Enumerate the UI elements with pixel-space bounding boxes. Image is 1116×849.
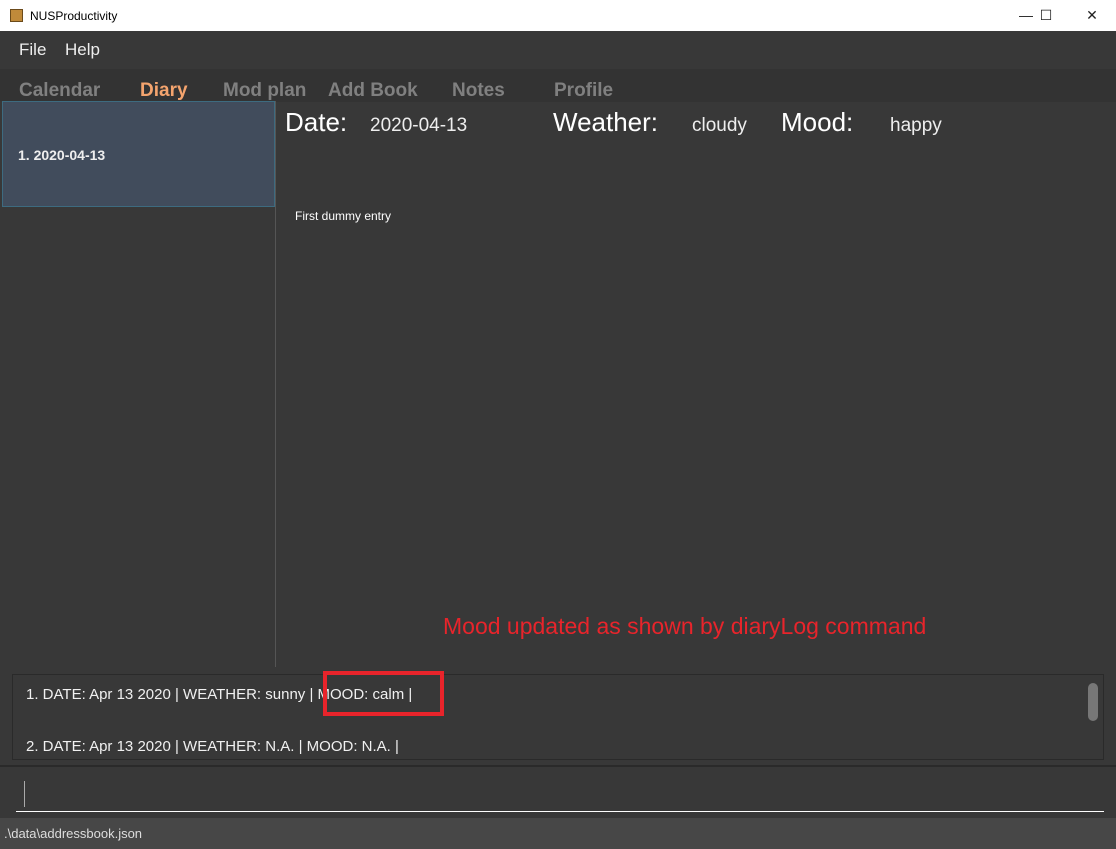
- tab-notes[interactable]: Notes: [452, 80, 505, 102]
- weather-label: Weather:: [553, 107, 659, 137]
- menu-bar: File Help: [0, 31, 1116, 69]
- highlight-box: [323, 671, 444, 716]
- menu-help[interactable]: Help: [65, 40, 100, 60]
- date-label: Date:: [285, 107, 348, 137]
- annotation-text: Mood updated as shown by diaryLog comman…: [443, 613, 927, 639]
- tab-diary[interactable]: Diary: [140, 80, 188, 102]
- log-line: 2. DATE: Apr 13 2020 | WEATHER: N.A. | M…: [26, 738, 399, 755]
- tab-bar: Calendar Diary Mod plan Add Book Notes P…: [0, 69, 1116, 102]
- command-input-underline: [16, 811, 1104, 812]
- diary-list: 1. 2020-04-13: [0, 101, 276, 667]
- command-box[interactable]: [0, 765, 1116, 817]
- diary-entry-text: First dummy entry: [295, 209, 392, 223]
- weather-value: cloudy: [692, 115, 747, 136]
- mood-value: happy: [890, 115, 942, 136]
- result-log[interactable]: 1. DATE: Apr 13 2020 | WEATHER: sunny | …: [12, 674, 1104, 760]
- text-cursor: [24, 781, 25, 807]
- close-button[interactable]: ✕: [1072, 4, 1112, 26]
- title-bar: NUSProductivity — ☐ ✕: [0, 0, 1116, 31]
- tab-calendar[interactable]: Calendar: [19, 80, 100, 102]
- scrollbar[interactable]: [1088, 683, 1098, 721]
- app-icon: [10, 9, 23, 22]
- maximize-button[interactable]: ☐: [1026, 4, 1066, 26]
- tab-mod-plan[interactable]: Mod plan: [223, 80, 306, 102]
- tab-add-book[interactable]: Add Book: [328, 80, 418, 102]
- diary-list-item[interactable]: 1. 2020-04-13: [2, 101, 275, 207]
- menu-file[interactable]: File: [19, 40, 46, 60]
- tab-profile[interactable]: Profile: [554, 80, 613, 102]
- window-title: NUSProductivity: [30, 9, 118, 23]
- mood-label: Mood:: [781, 107, 854, 137]
- status-bar: .\data\addressbook.json: [0, 818, 1116, 849]
- diary-list-item-label: 1. 2020-04-13: [18, 147, 106, 163]
- date-value: 2020-04-13: [370, 115, 468, 136]
- save-location: .\data\addressbook.json: [4, 826, 143, 841]
